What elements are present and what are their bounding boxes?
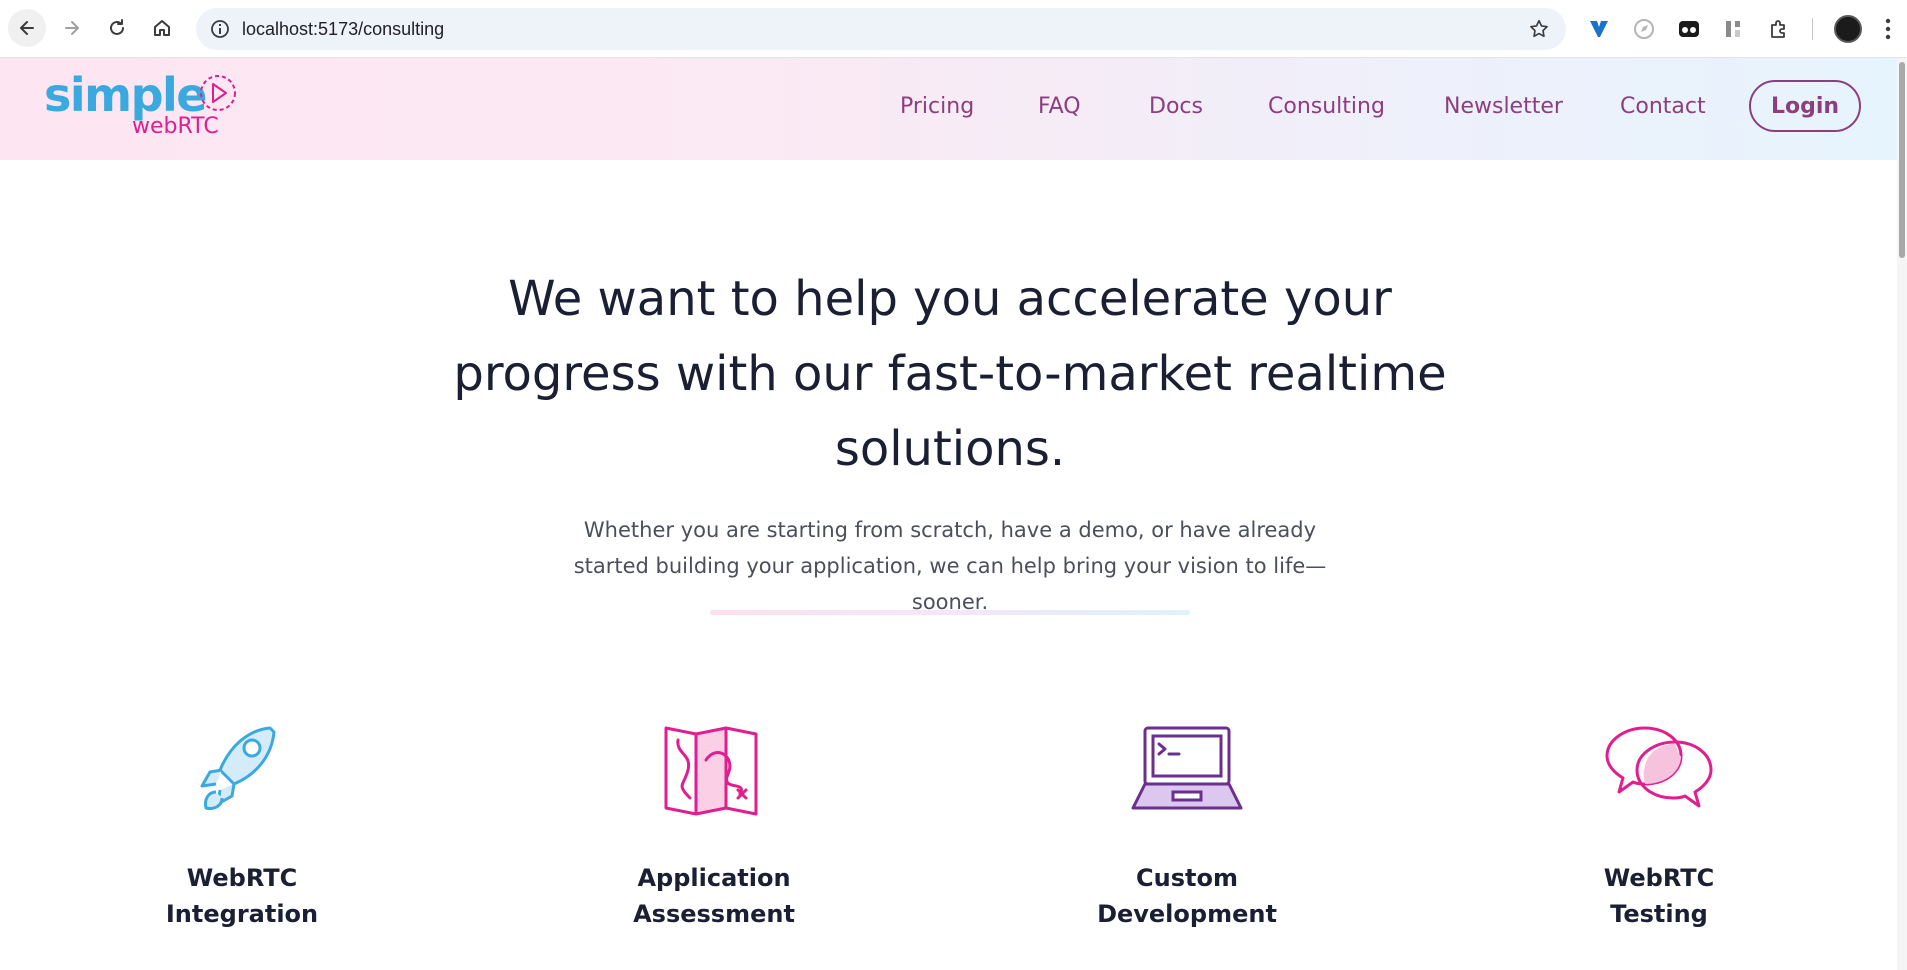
reload-icon: [110, 19, 124, 35]
service-application-assessment[interactable]: Application Assessment: [584, 720, 844, 932]
forward-button[interactable]: [53, 9, 91, 47]
service-webrtc-testing[interactable]: WebRTC Testing: [1529, 720, 1789, 932]
site-header: simple webRTC Pricing FAQ Docs Consultin…: [0, 58, 1907, 160]
login-button[interactable]: Login: [1749, 80, 1861, 132]
nav-link-pricing[interactable]: Pricing: [900, 94, 974, 119]
nav-link-docs[interactable]: Docs: [1149, 94, 1203, 119]
service-label: WebRTC Integration: [165, 864, 319, 928]
laptop-terminal-icon: [1131, 726, 1243, 810]
service-custom-development[interactable]: Custom Development: [1057, 720, 1317, 932]
star-icon[interactable]: [1528, 18, 1550, 40]
compass-extension-icon[interactable]: [1632, 17, 1656, 41]
service-label: Custom Development: [1097, 864, 1277, 928]
url-text[interactable]: localhost:5173/consulting: [242, 19, 444, 40]
hero-subtitle: Whether you are starting from scratch, h…: [573, 518, 1327, 614]
scrollbar-thumb[interactable]: [1899, 62, 1905, 258]
nav-link-faq[interactable]: FAQ: [1038, 94, 1081, 119]
service-label: WebRTC Testing: [1603, 864, 1715, 928]
reload-button[interactable]: [98, 9, 136, 47]
page-scrollbar[interactable]: [1897, 58, 1907, 970]
hero-title: We want to help you accelerate your prog…: [453, 271, 1447, 477]
puzzle-extensions-icon[interactable]: [1767, 17, 1791, 41]
info-icon[interactable]: [210, 19, 230, 39]
service-webrtc-integration[interactable]: WebRTC Integration: [112, 720, 372, 932]
home-button[interactable]: [143, 9, 181, 47]
address-bar[interactable]: localhost:5173/consulting: [196, 8, 1566, 50]
nav-link-newsletter[interactable]: Newsletter: [1444, 94, 1563, 119]
back-button[interactable]: [8, 9, 46, 47]
kebab-menu-icon[interactable]: [1885, 18, 1891, 40]
toolbar-separator: [1812, 18, 1813, 40]
home-icon: [154, 20, 170, 36]
dark-mode-extension-icon[interactable]: [1677, 17, 1701, 41]
browser-toolbar: localhost:5173/consulting: [0, 0, 1907, 58]
nav-link-contact[interactable]: Contact: [1620, 94, 1706, 119]
rocket-icon: [200, 726, 276, 810]
gradient-divider: [710, 610, 1190, 615]
main-nav: Pricing FAQ Docs Consulting Newsletter C…: [0, 58, 1907, 160]
nav-link-consulting[interactable]: Consulting: [1268, 94, 1385, 119]
service-label: Application Assessment: [633, 864, 795, 928]
profile-avatar[interactable]: [1834, 15, 1862, 43]
vectorworks-extension-icon[interactable]: [1587, 17, 1611, 41]
map-icon: [664, 726, 758, 816]
arrow-left-icon: [20, 21, 34, 35]
arrow-right-icon: [65, 21, 79, 35]
todo-extension-icon[interactable]: [1722, 17, 1746, 41]
chat-bubbles-icon: [1605, 726, 1713, 808]
